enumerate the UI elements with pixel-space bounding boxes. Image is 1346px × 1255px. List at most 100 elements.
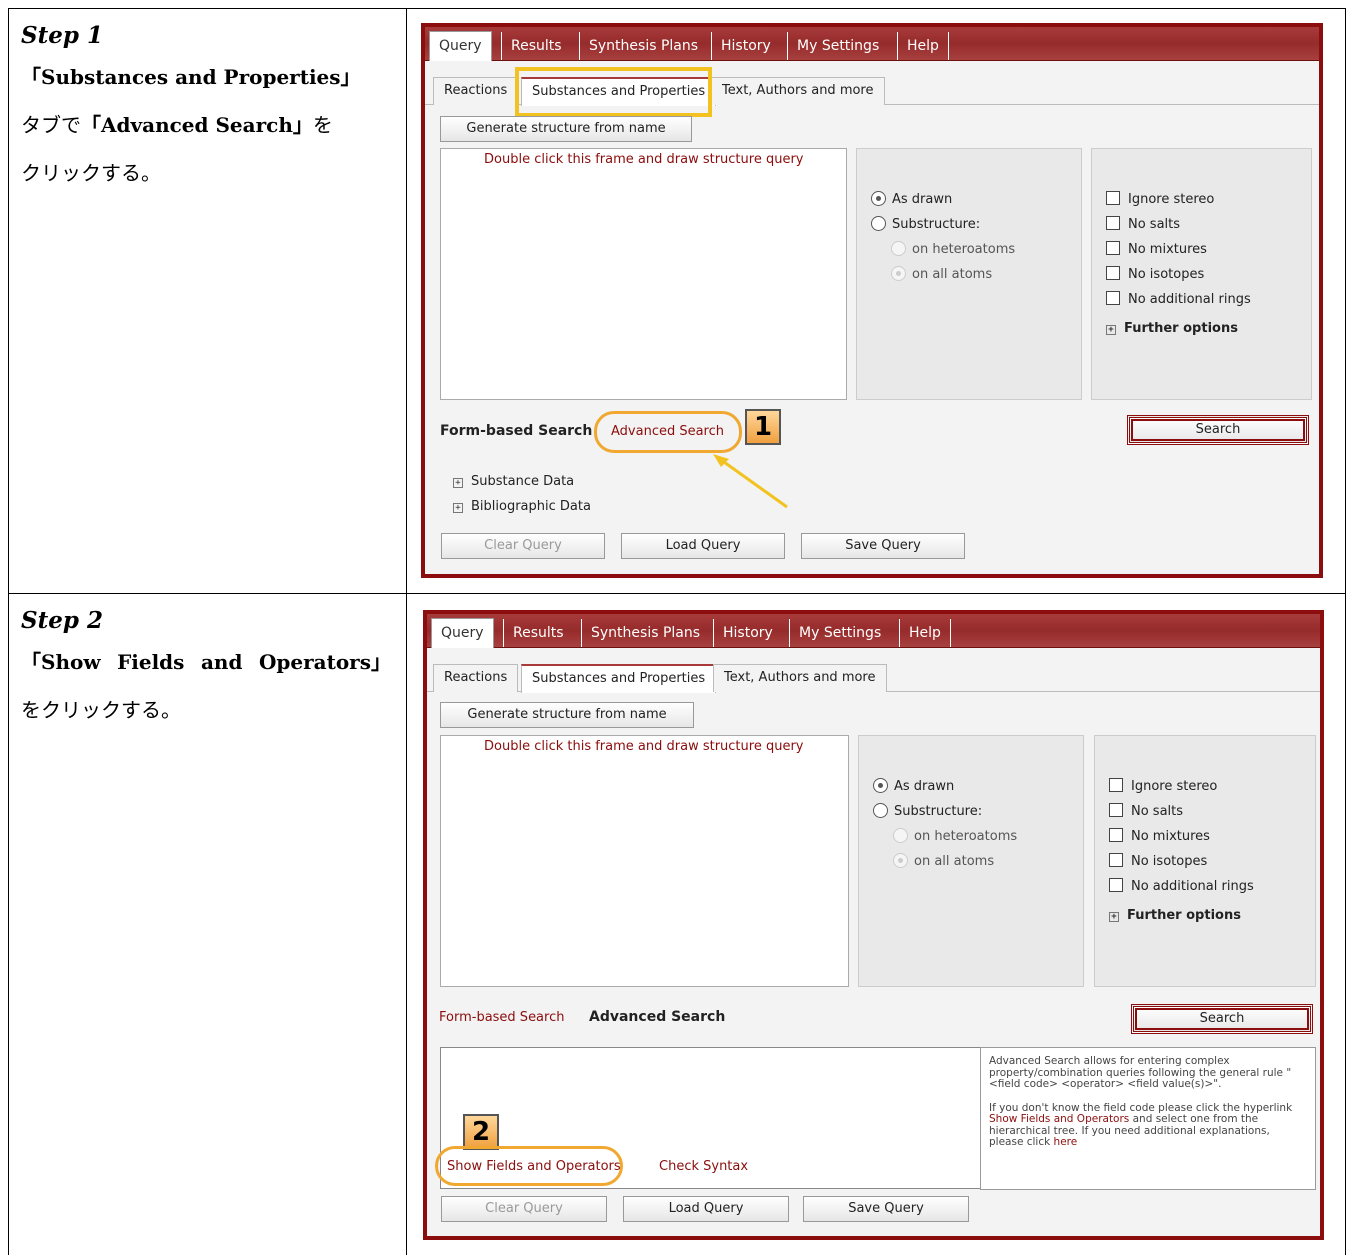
radio-icon (871, 216, 886, 231)
advanced-search-link[interactable]: Advanced Search (611, 424, 724, 439)
checkbox-icon (1109, 828, 1123, 842)
checkbox-icon (1106, 266, 1120, 280)
radio-icon (873, 778, 888, 793)
structure-draw-area[interactable]: Double click this frame and draw structu… (440, 148, 847, 400)
step-1-title: Step 1 (21, 22, 103, 49)
radio-as-drawn[interactable]: As drawn (873, 778, 954, 794)
tab-reactions[interactable]: Reactions (433, 77, 519, 105)
menu-history[interactable]: History (713, 619, 782, 647)
checkbox-no-mixtures[interactable]: No mixtures (1109, 828, 1210, 844)
step-2-line-2: をクリックする。 (21, 698, 181, 722)
step-1-line-2: タブで「Advanced Search」を (21, 113, 333, 137)
checkbox-no-isotopes[interactable]: No isotopes (1106, 266, 1204, 282)
checkbox-icon (1109, 778, 1123, 792)
radio-substructure[interactable]: Substructure: (873, 803, 982, 819)
search-button[interactable]: Search (1127, 415, 1309, 445)
checkbox-ignore-stereo[interactable]: Ignore stereo (1106, 191, 1214, 207)
callout-arrow (713, 454, 788, 509)
radio-icon (871, 191, 886, 206)
menu-query[interactable]: Query (431, 618, 494, 648)
advanced-search-label[interactable]: Advanced Search (589, 1009, 725, 1025)
expand-plus-icon: + (1109, 912, 1119, 922)
step-2-title: Step 2 (21, 607, 103, 634)
radio-as-drawn[interactable]: As drawn (871, 191, 952, 207)
checkbox-no-salts[interactable]: No salts (1109, 803, 1183, 819)
help-here-link[interactable]: here (1054, 1136, 1078, 1148)
tab-text-authors[interactable]: Text, Authors and more (711, 77, 885, 105)
radio-icon (893, 828, 908, 843)
radio-icon (873, 803, 888, 818)
form-based-search-link[interactable]: Form-based Search (439, 1010, 564, 1025)
load-query-button[interactable]: Load Query (623, 1196, 789, 1222)
step-2-line-1: 「Show Fields and Operators」 (21, 650, 391, 674)
step-1-line-1: 「Substances and Properties」 (21, 65, 361, 89)
step-badge-1: 1 (745, 409, 781, 445)
help-show-fields-link[interactable]: Show Fields and Operators (989, 1113, 1129, 1125)
help-text-1: Advanced Search allows for entering comp… (989, 1055, 1292, 1090)
load-query-button[interactable]: Load Query (621, 533, 785, 559)
advanced-search-help-box: Advanced Search allows for entering comp… (980, 1047, 1316, 1190)
checkbox-icon (1109, 803, 1123, 817)
save-query-button[interactable]: Save Query (801, 533, 965, 559)
checkbox-icon (1106, 191, 1120, 205)
checkbox-no-isotopes[interactable]: No isotopes (1109, 853, 1207, 869)
radio-substructure[interactable]: Substructure: (871, 216, 980, 232)
clear-query-button[interactable]: Clear Query (441, 1196, 607, 1222)
tab-substances-and-properties[interactable]: Substances and Properties (521, 664, 717, 693)
radio-on-heteroatoms[interactable]: on heteroatoms (891, 241, 1015, 257)
checkbox-no-additional-rings[interactable]: No additional rings (1106, 291, 1251, 307)
step-2-instructions: Step 2 「Show Fields and Operators」 をクリック… (9, 594, 407, 1255)
match-options-panel: As drawn Substructure: on heteroatoms on… (858, 735, 1084, 987)
draw-hint: Double click this frame and draw structu… (484, 739, 804, 754)
checkbox-no-additional-rings[interactable]: No additional rings (1109, 878, 1254, 894)
radio-on-all-atoms[interactable]: on all atoms (893, 853, 994, 869)
checkbox-no-salts[interactable]: No salts (1106, 216, 1180, 232)
bibliographic-data-toggle[interactable]: + Bibliographic Data (453, 499, 591, 514)
save-query-button[interactable]: Save Query (803, 1196, 969, 1222)
checkbox-icon (1106, 241, 1120, 255)
show-fields-and-operators-link[interactable]: Show Fields and Operators (447, 1159, 621, 1174)
menu-synthesis-plans[interactable]: Synthesis Plans (579, 32, 707, 60)
substance-data-toggle[interactable]: + Substance Data (453, 474, 574, 489)
form-based-search-label[interactable]: Form-based Search (440, 423, 592, 439)
generate-structure-button[interactable]: Generate structure from name (440, 702, 694, 728)
expand-plus-icon: + (453, 503, 463, 513)
checkbox-icon (1109, 853, 1123, 867)
menu-results[interactable]: Results (501, 32, 571, 60)
menu-my-settings[interactable]: My Settings (787, 32, 888, 60)
step-1-instructions: Step 1 「Substances and Properties」 タブで「A… (9, 9, 407, 593)
radio-on-all-atoms[interactable]: on all atoms (891, 266, 992, 282)
menu-synthesis-plans[interactable]: Synthesis Plans (581, 619, 709, 647)
menu-query[interactable]: Query (429, 31, 492, 61)
further-options-toggle[interactable]: + Further options (1109, 908, 1241, 923)
generate-structure-button[interactable]: Generate structure from name (440, 116, 692, 142)
checkbox-ignore-stereo[interactable]: Ignore stereo (1109, 778, 1217, 794)
highlight-box (515, 67, 712, 117)
filter-options-panel: Ignore stereo No salts No mixtures No is… (1094, 735, 1316, 987)
checkbox-no-mixtures[interactable]: No mixtures (1106, 241, 1207, 257)
sub-tab-bar: Reactions Substances and Properties Text… (427, 664, 1320, 693)
tab-reactions[interactable]: Reactions (433, 664, 519, 692)
radio-icon (893, 853, 908, 868)
menu-bar: Query Results Synthesis Plans History My… (425, 27, 1319, 61)
clear-query-button[interactable]: Clear Query (441, 533, 605, 559)
step-badge-2: 2 (463, 1114, 499, 1150)
menu-help[interactable]: Help (899, 619, 951, 647)
menu-help[interactable]: Help (897, 32, 949, 60)
search-button[interactable]: Search (1131, 1004, 1313, 1034)
radio-on-heteroatoms[interactable]: on heteroatoms (893, 828, 1017, 844)
expand-plus-icon: + (453, 478, 463, 488)
further-options-toggle[interactable]: + Further options (1106, 321, 1238, 336)
menu-my-settings[interactable]: My Settings (789, 619, 890, 647)
structure-draw-area[interactable]: Double click this frame and draw structu… (440, 735, 849, 987)
app-screenshot-2: Query Results Synthesis Plans History My… (423, 610, 1324, 1240)
checkbox-icon (1109, 878, 1123, 892)
tab-text-authors[interactable]: Text, Authors and more (713, 664, 887, 692)
menu-results[interactable]: Results (503, 619, 573, 647)
draw-hint: Double click this frame and draw structu… (484, 152, 804, 167)
menu-bar: Query Results Synthesis Plans History My… (427, 614, 1320, 648)
step-1-line-3: クリックする。 (21, 161, 161, 185)
checkbox-icon (1106, 216, 1120, 230)
check-syntax-link[interactable]: Check Syntax (659, 1159, 748, 1174)
menu-history[interactable]: History (711, 32, 780, 60)
